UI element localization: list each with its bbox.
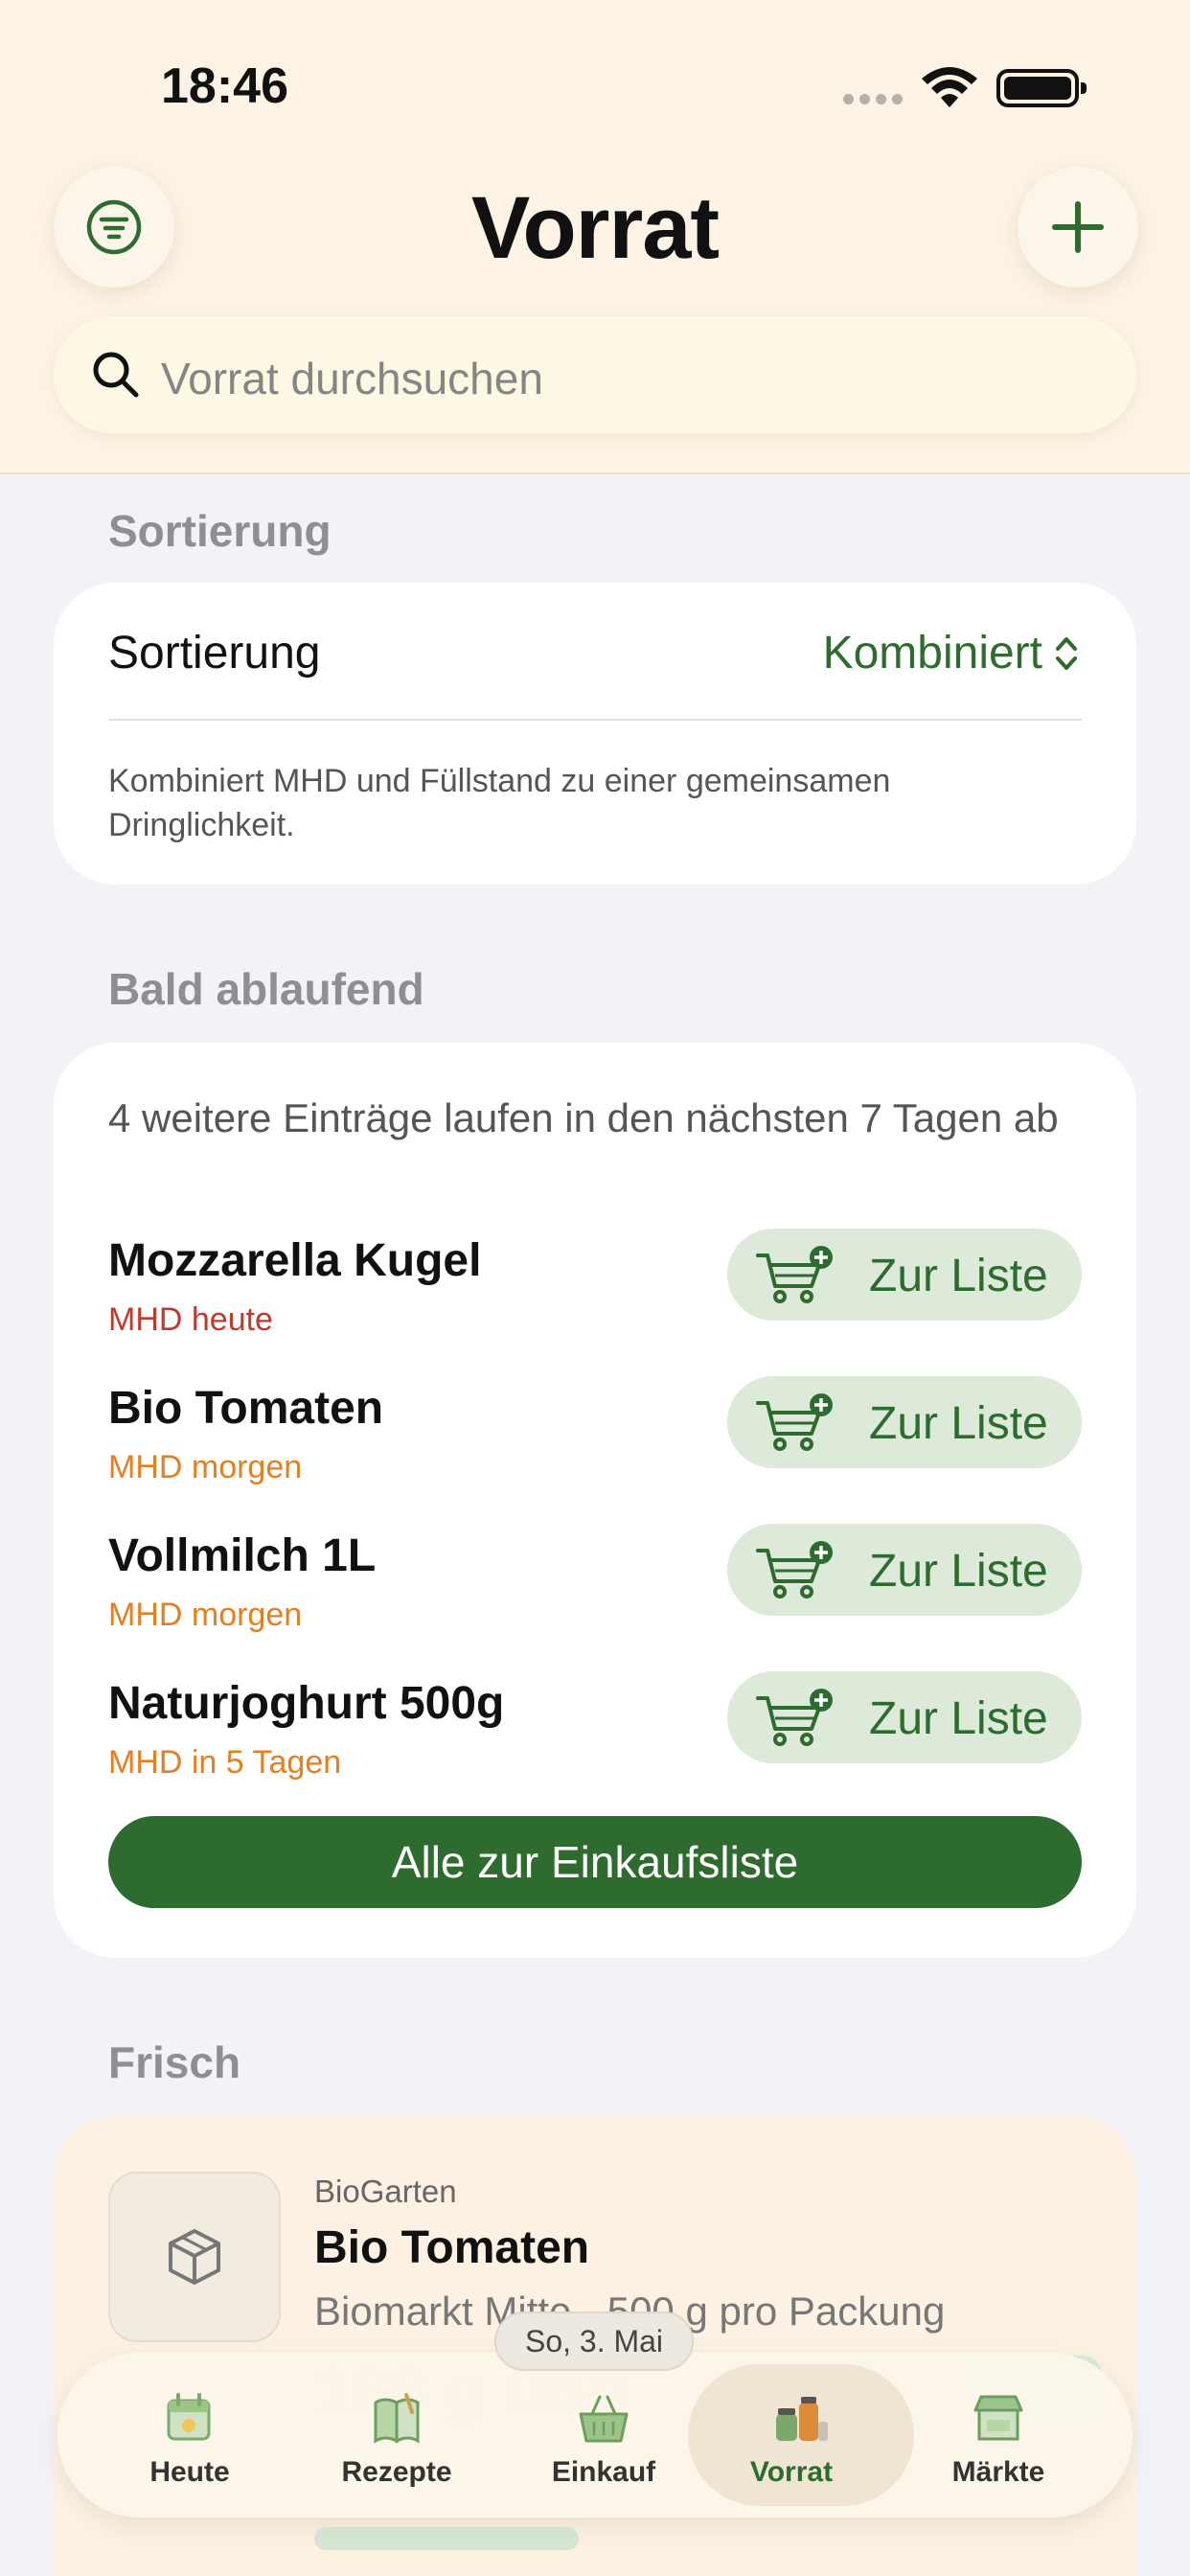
basket-icon (579, 2395, 629, 2443)
add-to-list-button[interactable]: Zur Liste (727, 1229, 1082, 1321)
tab-label: Einkauf (551, 2456, 656, 2488)
wifi-icon (922, 67, 977, 107)
item-name: Bio Tomaten (108, 1383, 384, 1434)
header: 18:46 Vorrat Vorrat durchsuchen (0, 0, 1190, 474)
list-item: Mozzarella Kugel MHD heute Zur Liste (108, 1229, 1082, 1340)
item-mhd: MHD heute (108, 1301, 273, 1338)
cart-plus-icon (756, 1393, 833, 1451)
tab-label: Märkte (951, 2456, 1045, 2488)
expiring-summary: 4 weitere Einträge laufen in den nächste… (108, 1095, 1059, 1140)
cart-plus-icon (756, 1541, 833, 1598)
add-to-list-label: Zur Liste (869, 1398, 1048, 1449)
search-input[interactable]: Vorrat durchsuchen (54, 316, 1136, 433)
cart-plus-icon (756, 1689, 833, 1746)
sorting-section-title: Sortierung (108, 506, 332, 556)
item-thumbnail (108, 2172, 281, 2342)
pantry-jars-icon (776, 2397, 828, 2441)
page-title: Vorrat (470, 179, 720, 277)
date-chip: So, 3. Mai (494, 2312, 694, 2371)
item-mhd: MHD morgen (108, 1597, 303, 1633)
sorting-description: Kombiniert MHD und Füllstand zu einer ge… (108, 763, 891, 843)
signal-icon (843, 94, 903, 104)
item-name: Naturjoghurt 500g (108, 1678, 505, 1729)
add-to-list-label: Zur Liste (869, 1546, 1048, 1597)
box-icon (169, 2229, 220, 2285)
cart-plus-icon (756, 1246, 833, 1303)
item-brand: BioGarten (314, 2174, 457, 2209)
add-all-to-shopping-list-button[interactable]: Alle zur Einkaufsliste (108, 1816, 1082, 1908)
sorting-picker[interactable]: Kombiniert (823, 627, 1079, 679)
calendar-icon (167, 2393, 211, 2441)
add-to-list-button[interactable]: Zur Liste (727, 1671, 1082, 1763)
status-time: 18:46 (161, 58, 288, 114)
item-mhd: MHD in 5 Tagen (108, 1744, 342, 1781)
add-to-list-label: Zur Liste (869, 1693, 1048, 1744)
item-name: Vollmilch 1L (108, 1530, 377, 1581)
divider (108, 719, 1082, 721)
tab-vorrat[interactable]: Vorrat (688, 2353, 914, 2518)
tab-einkauf[interactable]: Einkauf (500, 2353, 707, 2518)
battery-icon (996, 69, 1087, 107)
item-name: Bio Tomaten (314, 2222, 590, 2273)
home-indicator[interactable] (314, 2527, 579, 2550)
tab-bar: Heute Rezepte Einkauf Vorrat Märkte (57, 2353, 1133, 2518)
expiring-card: 4 weitere Einträge laufen in den nächste… (54, 1043, 1136, 1958)
tab-label: Rezepte (341, 2456, 452, 2488)
list-item: Naturjoghurt 500g MHD in 5 Tagen Zur Lis… (108, 1671, 1082, 1782)
market-stall-icon (973, 2395, 1023, 2441)
add-button[interactable] (1018, 167, 1138, 288)
list-item: Vollmilch 1L MHD morgen Zur Liste (108, 1524, 1082, 1635)
recipe-book-icon (374, 2393, 420, 2444)
item-mhd: MHD morgen (108, 1449, 303, 1485)
fresh-section-title: Frisch (108, 2037, 241, 2087)
tab-label: Vorrat (749, 2456, 834, 2488)
add-to-list-button[interactable]: Zur Liste (727, 1376, 1082, 1468)
add-to-list-button[interactable]: Zur Liste (727, 1524, 1082, 1616)
search-placeholder: Vorrat durchsuchen (161, 354, 543, 403)
sorting-value: Kombiniert (822, 628, 1042, 678)
add-to-list-label: Zur Liste (869, 1251, 1048, 1301)
tab-rezepte[interactable]: Rezepte (293, 2353, 500, 2518)
chevron-up-down-icon (1056, 636, 1077, 670)
sorting-card: Sortierung Kombiniert Kombiniert MHD und… (54, 583, 1136, 885)
tab-maerkte[interactable]: Märkte (895, 2353, 1102, 2518)
expiring-section-title: Bald ablaufend (108, 964, 424, 1014)
item-name: Mozzarella Kugel (108, 1235, 482, 1286)
tab-heute[interactable]: Heute (86, 2353, 293, 2518)
list-item: Bio Tomaten MHD morgen Zur Liste (108, 1376, 1082, 1487)
plus-icon (1052, 201, 1104, 253)
sorting-label: Sortierung (108, 628, 321, 678)
tab-label: Heute (149, 2456, 230, 2488)
search-icon (93, 352, 139, 398)
